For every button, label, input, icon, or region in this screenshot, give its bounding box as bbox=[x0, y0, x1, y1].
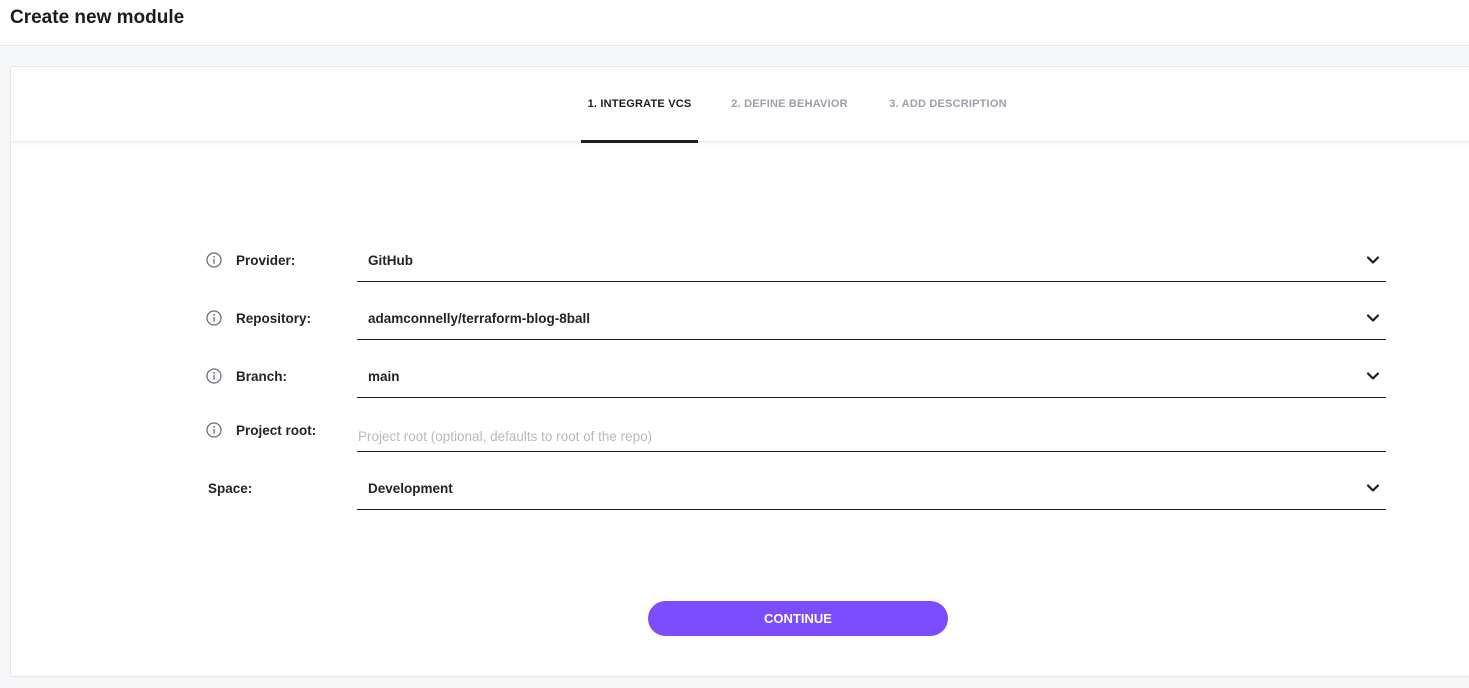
space-value: Development bbox=[368, 481, 453, 496]
space-label: Space: bbox=[208, 481, 253, 496]
project-root-row: Project root: bbox=[206, 408, 1386, 452]
branch-label: Branch: bbox=[236, 369, 288, 384]
project-root-label: Project root: bbox=[236, 423, 317, 438]
chevron-down-icon bbox=[1366, 484, 1380, 492]
project-root-field[interactable] bbox=[357, 408, 1386, 452]
chevron-down-icon bbox=[1366, 372, 1380, 380]
branch-select[interactable]: main bbox=[357, 354, 1386, 398]
provider-label: Provider: bbox=[236, 253, 296, 268]
tab-label: 2. DEFINE BEHAVIOR bbox=[731, 97, 848, 110]
repository-label: Repository: bbox=[236, 311, 312, 326]
tab-add-description[interactable]: 3. ADD DESCRIPTION bbox=[877, 67, 1019, 142]
page-title: Create new module bbox=[10, 7, 185, 28]
info-icon[interactable] bbox=[206, 252, 222, 268]
project-root-input[interactable] bbox=[357, 408, 1386, 451]
wizard-steps: 1. INTEGRATE VCS 2. DEFINE BEHAVIOR 3. A… bbox=[11, 67, 1469, 143]
repository-row: Repository: adamconnelly/terraform-blog-… bbox=[206, 296, 1386, 340]
space-select[interactable]: Development bbox=[357, 466, 1386, 510]
page-header: Create new module bbox=[0, 0, 1469, 46]
chevron-down-icon bbox=[1366, 256, 1380, 264]
space-row: Space: Development bbox=[206, 466, 1386, 510]
continue-button[interactable]: CONTINUE bbox=[648, 601, 948, 636]
info-icon[interactable] bbox=[206, 310, 222, 326]
provider-select[interactable]: GitHub bbox=[357, 238, 1386, 282]
provider-value: GitHub bbox=[368, 253, 413, 268]
tab-integrate-vcs[interactable]: 1. INTEGRATE VCS bbox=[581, 67, 698, 143]
branch-row: Branch: main bbox=[206, 354, 1386, 398]
info-icon[interactable] bbox=[206, 422, 222, 438]
wizard-card: 1. INTEGRATE VCS 2. DEFINE BEHAVIOR 3. A… bbox=[10, 66, 1469, 677]
tab-define-behavior[interactable]: 2. DEFINE BEHAVIOR bbox=[722, 67, 857, 142]
info-icon[interactable] bbox=[206, 368, 222, 384]
branch-value: main bbox=[368, 369, 400, 384]
repository-select[interactable]: adamconnelly/terraform-blog-8ball bbox=[357, 296, 1386, 340]
tab-label: 3. ADD DESCRIPTION bbox=[889, 97, 1007, 110]
tab-label: 1. INTEGRATE VCS bbox=[587, 97, 692, 110]
provider-row: Provider: GitHub bbox=[206, 238, 1386, 282]
repository-value: adamconnelly/terraform-blog-8ball bbox=[368, 311, 591, 326]
chevron-down-icon bbox=[1366, 314, 1380, 322]
